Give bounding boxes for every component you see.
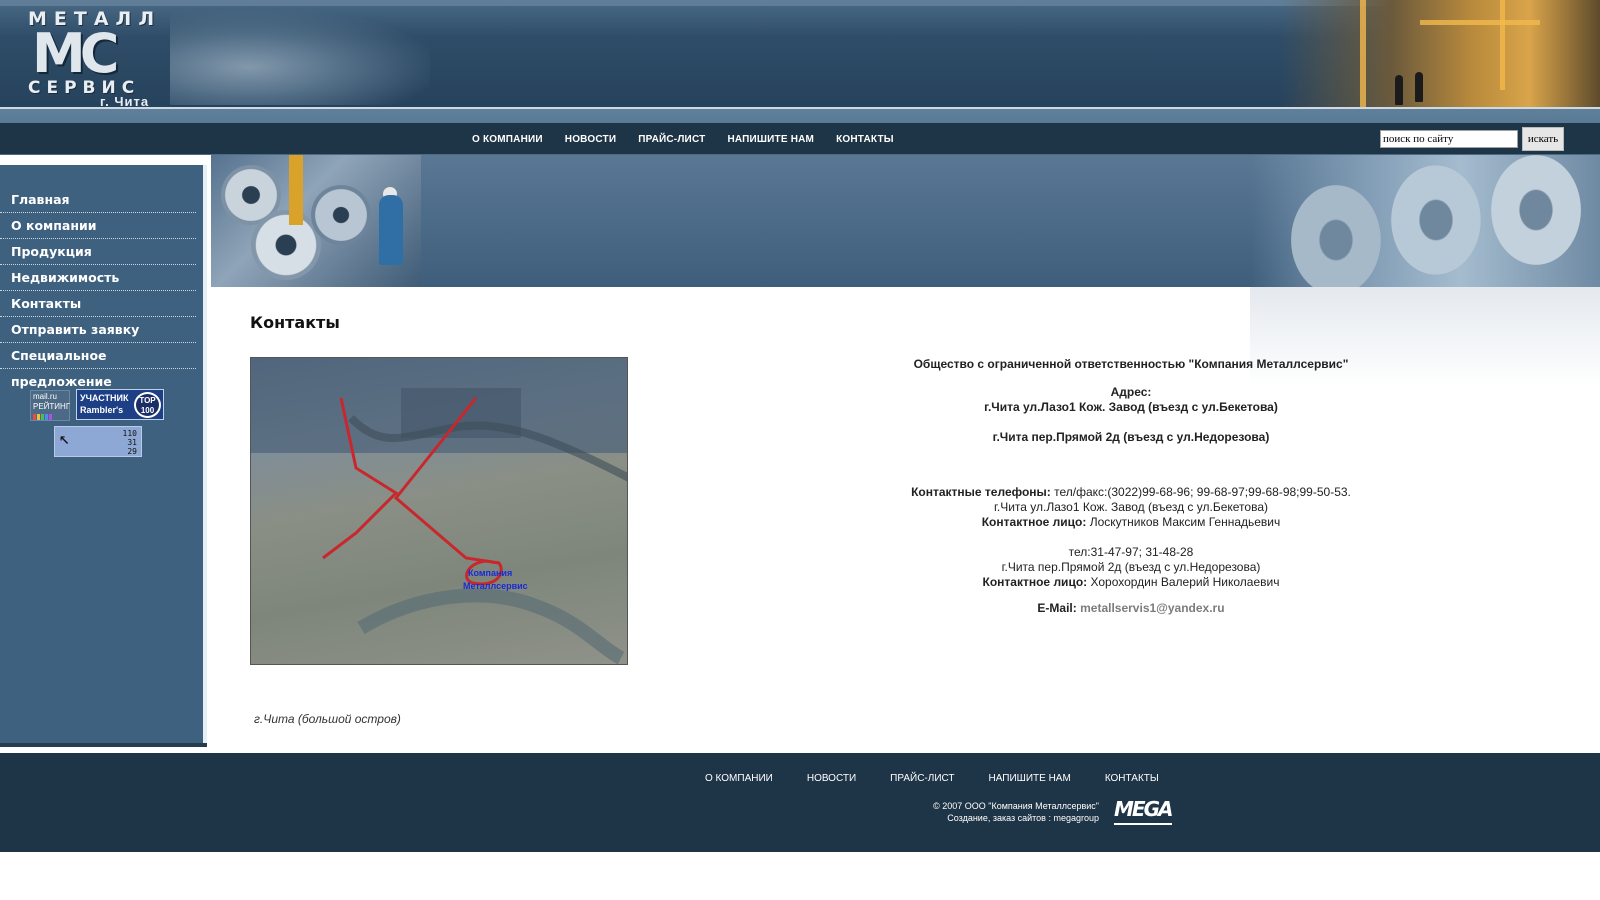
office-location-1: г.Чита ул.Лазо1 Кож. Завод (въезд с ул.Б… <box>993 500 1268 514</box>
site-footer: О КОМПАНИИ НОВОСТИ ПРАЙС-ЛИСТ НАПИШИТЕ Н… <box>0 753 1600 852</box>
phones-2: тел:31-47-97; 31-48-28 <box>1068 545 1194 559</box>
factory-beam <box>1500 0 1505 90</box>
header-factory-image <box>1280 0 1600 107</box>
email-line: E-Mail: metallservis1@yandex.ru <box>841 601 1421 616</box>
search-button[interactable]: искать <box>1522 127 1564 151</box>
sidebar-item-home[interactable]: Главная <box>0 187 196 213</box>
address-1: г.Чита ул.Лазо1 Кож. Завод (въезд с ул.Б… <box>984 400 1278 414</box>
rambler-top100-badge: TOP 100 <box>134 392 161 418</box>
map-caption: г.Чита (большой остров) <box>254 712 401 726</box>
header-bottom-stripe <box>0 107 1600 123</box>
contact-person-label: Контактное лицо: <box>982 575 1088 589</box>
top-nav-news[interactable]: НОВОСТИ <box>565 134 616 145</box>
site-search: искать <box>1380 127 1564 151</box>
footer-copyright-block: © 2007 ООО "Компания Металлсервис" Созда… <box>894 800 1099 824</box>
search-input[interactable] <box>1380 130 1518 148</box>
rating-counters: mail.ru РЕЙТИНГ УЧАСТНИК Rambler's TOP 1… <box>30 388 170 458</box>
contact-person-line-2: Контактное лицо: Хорохордин Валерий Нико… <box>841 575 1421 590</box>
factory-worker-figure <box>1395 75 1403 105</box>
contact-person-2: Хорохордин Валерий Николаевич <box>1090 575 1280 589</box>
factory-beam <box>1360 0 1366 107</box>
left-sidebar: Главная О компании Продукция Недвижимост… <box>0 165 207 747</box>
sidebar-bottom-line <box>0 743 207 747</box>
li-counter-value-1: 110 <box>122 429 137 438</box>
rambler-top100-counter[interactable]: УЧАСТНИК Rambler's TOP 100 <box>76 389 164 420</box>
mailru-counter-brand: mail.ru <box>33 392 58 401</box>
top-navigation: О КОМПАНИИ НОВОСТИ ПРАЙС-ЛИСТ НАПИШИТЕ Н… <box>0 123 1600 155</box>
phones-label: Контактные телефоны: <box>911 485 1051 499</box>
steel-coil-shape <box>251 210 321 280</box>
mailru-counter-label: РЕЙТИНГ <box>33 402 71 411</box>
company-name: Общество с ограниченной ответственностью… <box>913 357 1349 371</box>
main-content: Контакты Компания Металлсервис г.Чита (б… <box>211 287 1600 753</box>
map-company-label: Металлсервис <box>463 581 528 591</box>
map-company-label: Компания <box>468 568 512 578</box>
li-counter-value-3: 29 <box>127 447 137 456</box>
office-location-2: г.Чита пер.Прямой 2д (въезд с ул.Недорез… <box>1001 560 1261 574</box>
map-overlay: Компания Металлсервис <box>322 397 627 664</box>
steel-roll-shape <box>1391 165 1481 275</box>
top-nav-contacts[interactable]: КОНТАКТЫ <box>836 134 894 145</box>
email-link[interactable]: metallservis1@yandex.ru <box>1080 601 1224 615</box>
footer-links: О КОМПАНИИ НОВОСТИ ПРАЙС-ЛИСТ НАПИШИТЕ Н… <box>705 773 1159 784</box>
site-header: МЕТАЛЛ МС СЕРВИС г. Чита <box>0 0 1600 123</box>
contact-person-label: Контактное лицо: <box>981 515 1087 529</box>
location-map-image[interactable]: Компания Металлсервис <box>250 357 628 665</box>
page-banner <box>211 155 1600 287</box>
sidebar-menu: Главная О компании Продукция Недвижимост… <box>0 187 196 389</box>
logo-monogram: МС <box>32 22 119 85</box>
li-counter-value-2: 31 <box>127 438 137 447</box>
site-logo[interactable]: МЕТАЛЛ МС СЕРВИС г. Чита <box>28 8 178 109</box>
footer-link-contacts[interactable]: КОНТАКТЫ <box>1105 773 1159 784</box>
top-nav-links: О КОМПАНИИ НОВОСТИ ПРАЙС-ЛИСТ НАПИШИТЕ Н… <box>472 123 894 155</box>
arrow-up-left-icon: ↖ <box>59 428 70 449</box>
sidebar-item-about[interactable]: О компании <box>0 213 196 239</box>
crane-hook <box>289 155 303 225</box>
footer-link-news[interactable]: НОВОСТИ <box>807 773 856 784</box>
megagroup-logo[interactable]: MEGA <box>1114 797 1173 825</box>
logo-city: г. Чита <box>100 94 150 109</box>
email-label: E-Mail: <box>1037 601 1077 615</box>
sidebar-item-products[interactable]: Продукция <box>0 239 196 265</box>
top-nav-write-us[interactable]: НАПИШИТЕ НАМ <box>727 134 814 145</box>
factory-worker-figure <box>1415 72 1423 102</box>
footer-credits[interactable]: Создание, заказ сайтов : megagroup <box>894 812 1099 824</box>
banner-steel-rolls <box>1251 155 1600 287</box>
top-nav-pricelist[interactable]: ПРАЙС-ЛИСТ <box>638 134 705 145</box>
worker-figure <box>379 195 403 265</box>
contact-info: Общество с ограниченной ответственностью… <box>841 357 1421 616</box>
footer-link-write-us[interactable]: НАПИШИТЕ НАМ <box>989 773 1071 784</box>
mailru-counter-bars-icon <box>33 414 67 420</box>
address-label: Адрес: <box>1110 385 1152 399</box>
steel-roll-shape <box>1491 155 1581 265</box>
liveinternet-counter[interactable]: ↖ 110 31 29 <box>54 426 142 457</box>
address-2: г.Чита пер.Прямой 2д (въезд с ул.Недорез… <box>992 430 1270 444</box>
map-river <box>348 415 627 482</box>
sidebar-item-send-request[interactable]: Отправить заявку <box>0 317 196 343</box>
sidebar-item-special-offer[interactable]: Специальное предложение <box>0 343 196 389</box>
contact-person-line-1: Контактное лицо: Лоскутников Максим Генн… <box>841 515 1421 530</box>
page-title: Контакты <box>250 313 340 332</box>
footer-copyright: © 2007 ООО "Компания Металлсервис" <box>933 801 1099 811</box>
steel-coil-shape <box>311 185 371 245</box>
top-nav-about[interactable]: О КОМПАНИИ <box>472 134 543 145</box>
mailru-rating-counter[interactable]: mail.ru РЕЙТИНГ <box>30 390 70 421</box>
steel-roll-shape <box>1291 185 1381 287</box>
factory-beam <box>1420 20 1540 25</box>
footer-link-pricelist[interactable]: ПРАЙС-ЛИСТ <box>890 773 954 784</box>
phones-value: тел/факс:(3022)99-68-96; 99-68-97;99-68-… <box>1054 485 1351 499</box>
contact-person-1: Лоскутников Максим Геннадьевич <box>1089 515 1281 529</box>
phones-line: Контактные телефоны: тел/факс:(3022)99-6… <box>841 485 1421 500</box>
sidebar-item-contacts[interactable]: Контакты <box>0 291 196 317</box>
footer-link-about[interactable]: О КОМПАНИИ <box>705 773 773 784</box>
sidebar-item-real-estate[interactable]: Недвижимость <box>0 265 196 291</box>
header-steel-coils-image <box>170 10 430 105</box>
map-river <box>357 588 625 664</box>
